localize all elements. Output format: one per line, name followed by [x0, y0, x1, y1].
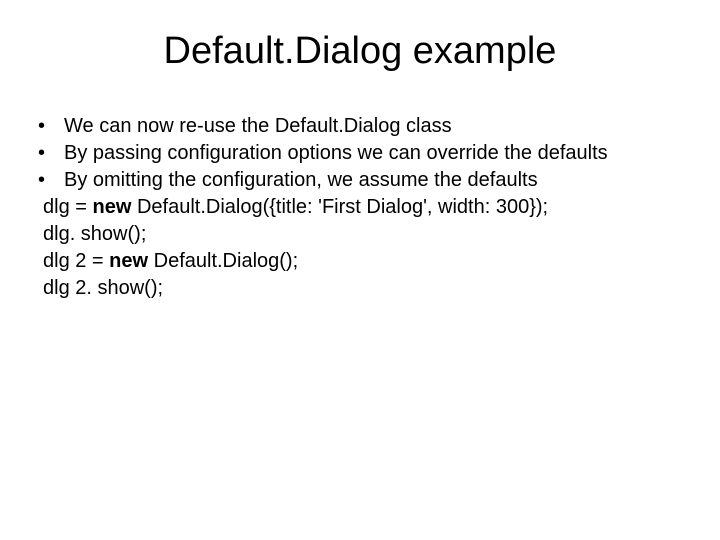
code-keyword: new [109, 250, 148, 272]
slide-container: Default.Dialog example • We can now re-u… [0, 0, 720, 540]
code-text: dlg 2. show(); [43, 277, 163, 299]
code-line: dlg 2 = new Default.Dialog(); [43, 248, 690, 275]
bullet-icon: • [38, 113, 64, 140]
bullet-item: • By passing configuration options we ca… [38, 140, 690, 167]
bullet-text: By passing configuration options we can … [64, 140, 690, 167]
bullet-item: • By omitting the configuration, we assu… [38, 167, 690, 194]
code-text: dlg = [43, 196, 92, 218]
bullet-icon: • [38, 167, 64, 194]
code-line: dlg = new Default.Dialog({title: 'First … [43, 194, 690, 221]
bullet-item: • We can now re-use the Default.Dialog c… [38, 113, 690, 140]
code-text: dlg. show(); [43, 223, 146, 245]
code-line: dlg 2. show(); [43, 275, 690, 302]
slide-content: • We can now re-use the Default.Dialog c… [38, 113, 690, 302]
bullet-text: By omitting the configuration, we assume… [64, 167, 690, 194]
code-text: Default.Dialog(); [148, 250, 298, 272]
code-text: dlg 2 = [43, 250, 109, 272]
bullet-icon: • [38, 140, 64, 167]
code-line: dlg. show(); [43, 221, 690, 248]
slide-title: Default.Dialog example [30, 30, 690, 73]
code-text: Default.Dialog({title: 'First Dialog', w… [131, 196, 548, 218]
bullet-text: We can now re-use the Default.Dialog cla… [64, 113, 690, 140]
code-keyword: new [92, 196, 131, 218]
